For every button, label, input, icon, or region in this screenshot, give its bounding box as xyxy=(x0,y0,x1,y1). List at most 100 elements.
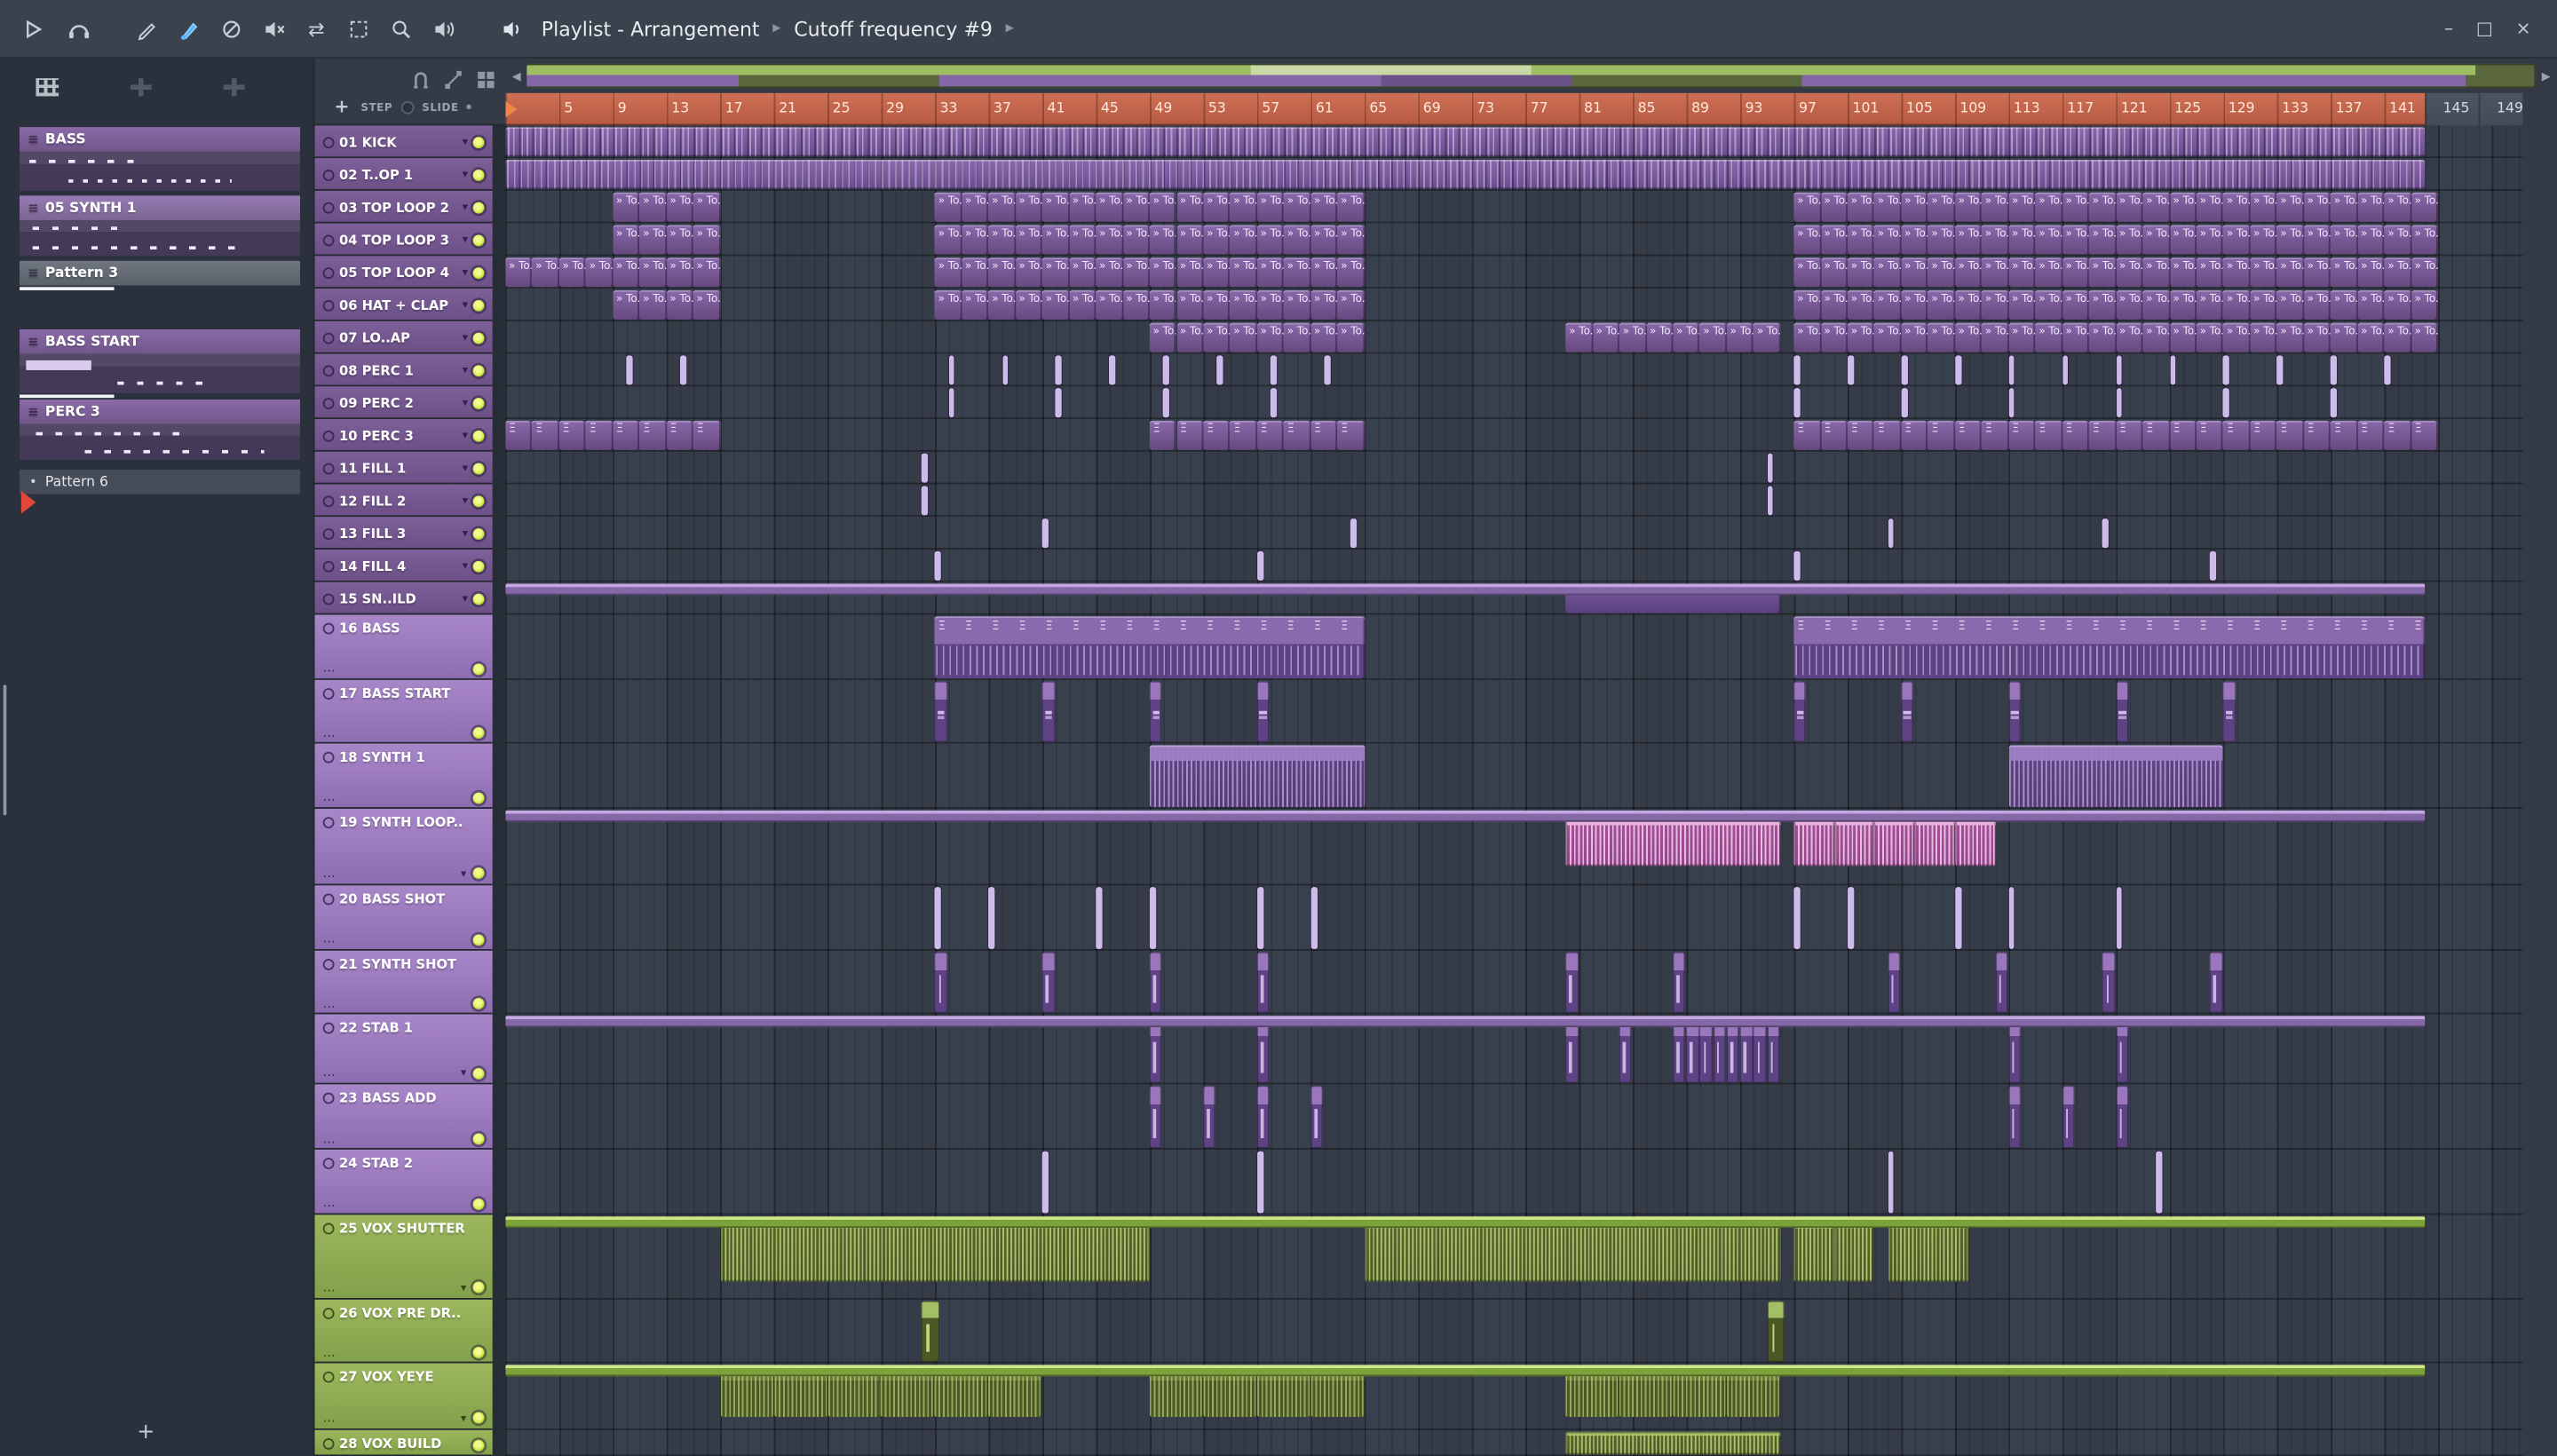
track-led[interactable] xyxy=(472,201,485,213)
clip-tick[interactable] xyxy=(1848,355,1854,385)
playlist-lane[interactable] xyxy=(505,808,2522,884)
track-power-icon[interactable] xyxy=(322,266,335,279)
track-power-icon[interactable] xyxy=(322,592,335,605)
pattern-name-row[interactable]: ≡ BASS xyxy=(20,127,300,152)
track-led[interactable] xyxy=(472,1133,485,1145)
track-led[interactable] xyxy=(472,299,485,311)
clip-tick[interactable] xyxy=(2102,518,2110,549)
clip-mini[interactable] xyxy=(2102,951,2115,1013)
track-header[interactable]: 27 VOX YEYE... ▾ xyxy=(314,1363,493,1429)
track-power-icon[interactable] xyxy=(322,429,335,441)
track-power-icon[interactable] xyxy=(322,331,335,344)
clip-tick[interactable] xyxy=(1042,518,1049,549)
clip-tick[interactable] xyxy=(1324,355,1331,385)
clip-tick[interactable] xyxy=(1149,886,1156,949)
track-led[interactable] xyxy=(472,527,485,540)
clip-mini[interactable] xyxy=(2116,1086,2128,1149)
track-header[interactable]: 03 TOP LOOP 2 ▾ xyxy=(314,190,493,224)
clip-tick[interactable] xyxy=(1216,355,1223,385)
chevron-down-icon[interactable]: ▾ xyxy=(463,265,468,279)
clip-tick[interactable] xyxy=(2116,388,2123,418)
clip-tick[interactable] xyxy=(1793,388,1801,418)
clip-tick[interactable] xyxy=(1954,355,1961,385)
clip-tick[interactable] xyxy=(948,388,955,418)
track-power-icon[interactable] xyxy=(322,1022,335,1034)
playlist-lane[interactable]: ΞΞΞΞΞΞΞΞΞΞΞΞΞΞΞΞΞΞΞΞΞΞΞΞΞΞΞΞΞΞΞΞΞΞΞΞΞΞΞΞ xyxy=(505,614,2522,679)
track-header[interactable]: 14 FILL 4 ▾ xyxy=(314,549,493,582)
clip-mini[interactable] xyxy=(2223,680,2236,742)
clip-tick[interactable] xyxy=(2331,388,2337,418)
track-header[interactable]: 02 T..OP 1 ▾ xyxy=(314,158,493,191)
clip-mini[interactable] xyxy=(1767,1300,1785,1362)
track-led[interactable] xyxy=(472,559,485,572)
track-led[interactable] xyxy=(472,331,485,344)
grid-icon[interactable] xyxy=(476,65,495,96)
track-header[interactable]: 12 FILL 2 ▾ xyxy=(314,484,493,518)
pattern-item[interactable]: • Pattern 6 xyxy=(20,469,300,495)
clip-mini[interactable] xyxy=(2062,1086,2075,1149)
playlist-lane[interactable] xyxy=(505,550,2522,582)
clip-mini[interactable] xyxy=(1310,1086,1323,1149)
track-header[interactable]: 28 VOX BUILD xyxy=(314,1428,493,1456)
clip-tick[interactable] xyxy=(1793,550,1801,581)
track-led[interactable] xyxy=(472,136,485,148)
clip-tick[interactable] xyxy=(1256,1151,1263,1213)
track-power-icon[interactable] xyxy=(322,364,335,376)
playlist-lane[interactable] xyxy=(505,1429,2522,1456)
playlist-lane[interactable] xyxy=(505,1014,2522,1084)
track-power-icon[interactable] xyxy=(322,201,335,213)
clip-pattern[interactable]: ΞΞΞΞΞΞΞΞΞΞΞΞΞΞΞΞ xyxy=(935,616,1365,678)
clip-tick[interactable] xyxy=(1001,355,1009,385)
clip-mini[interactable] xyxy=(1793,680,1807,742)
clip-tick[interactable] xyxy=(2169,355,2176,385)
track-power-icon[interactable] xyxy=(322,892,335,905)
track-power-icon[interactable] xyxy=(322,559,335,572)
clip-tick[interactable] xyxy=(1350,518,1358,549)
clip-tick[interactable] xyxy=(1848,886,1854,949)
playlist-lane[interactable] xyxy=(505,582,2522,615)
chevron-down-icon[interactable]: ▾ xyxy=(463,233,468,247)
automation-clip[interactable] xyxy=(505,1215,2425,1228)
playlist-grid[interactable]: » To..» To..» To..» To..» To..» To..» To… xyxy=(505,125,2523,1456)
clip-tick[interactable] xyxy=(1901,355,1908,385)
track-led[interactable] xyxy=(472,364,485,376)
automation-clip[interactable] xyxy=(505,583,2425,596)
track-led[interactable] xyxy=(472,662,485,675)
playlist-lane[interactable] xyxy=(505,1084,2522,1149)
track-power-icon[interactable] xyxy=(322,495,335,507)
track-led[interactable] xyxy=(472,867,485,879)
clip-tick[interactable] xyxy=(1767,486,1774,516)
clip-tick[interactable] xyxy=(1056,355,1062,385)
clip-tick[interactable] xyxy=(1793,886,1801,949)
pattern-item[interactable]: ≡ 05 SYNTH 1 xyxy=(20,195,300,257)
track-header[interactable]: 24 STAB 2... xyxy=(314,1149,493,1215)
track-led[interactable] xyxy=(472,233,485,246)
clip-mini[interactable] xyxy=(921,1300,939,1362)
chevron-down-icon[interactable]: ▾ xyxy=(463,364,468,377)
track-led[interactable] xyxy=(472,727,485,740)
chevron-down-icon[interactable]: ▾ xyxy=(463,168,468,181)
playlist-lane[interactable] xyxy=(505,158,2522,191)
playlist-lane[interactable] xyxy=(505,1150,2522,1215)
clip-mini[interactable] xyxy=(935,680,947,742)
playlist-lane[interactable]: » To..» To..» To..» To..» To..» To..» To… xyxy=(505,321,2522,354)
play-icon[interactable] xyxy=(16,12,49,45)
track-power-icon[interactable] xyxy=(322,299,335,311)
track-header[interactable]: 11 FILL 1 ▾ xyxy=(314,451,493,485)
pattern-item[interactable]: ≡ BASS START xyxy=(20,329,300,399)
clip-mini[interactable] xyxy=(1256,1086,1270,1149)
mute-icon[interactable] xyxy=(257,12,290,45)
chevron-down-icon[interactable]: ▾ xyxy=(463,396,468,409)
clip-mini[interactable] xyxy=(2008,680,2021,742)
track-header[interactable]: 06 HAT + CLAP ▾ xyxy=(314,289,493,321)
playback-icon[interactable] xyxy=(427,12,460,45)
automation-clip[interactable] xyxy=(505,1016,2425,1028)
clip-mini[interactable] xyxy=(1256,680,1270,742)
track-header[interactable]: 05 TOP LOOP 4 ▾ xyxy=(314,256,493,289)
clip-mini[interactable] xyxy=(1995,951,2007,1013)
track-led[interactable] xyxy=(472,397,485,409)
paint-icon[interactable] xyxy=(173,12,206,45)
track-header[interactable]: 22 STAB 1... ▾ xyxy=(314,1014,493,1085)
track-header[interactable]: 16 BASS... xyxy=(314,614,493,679)
track-led[interactable] xyxy=(472,933,485,946)
